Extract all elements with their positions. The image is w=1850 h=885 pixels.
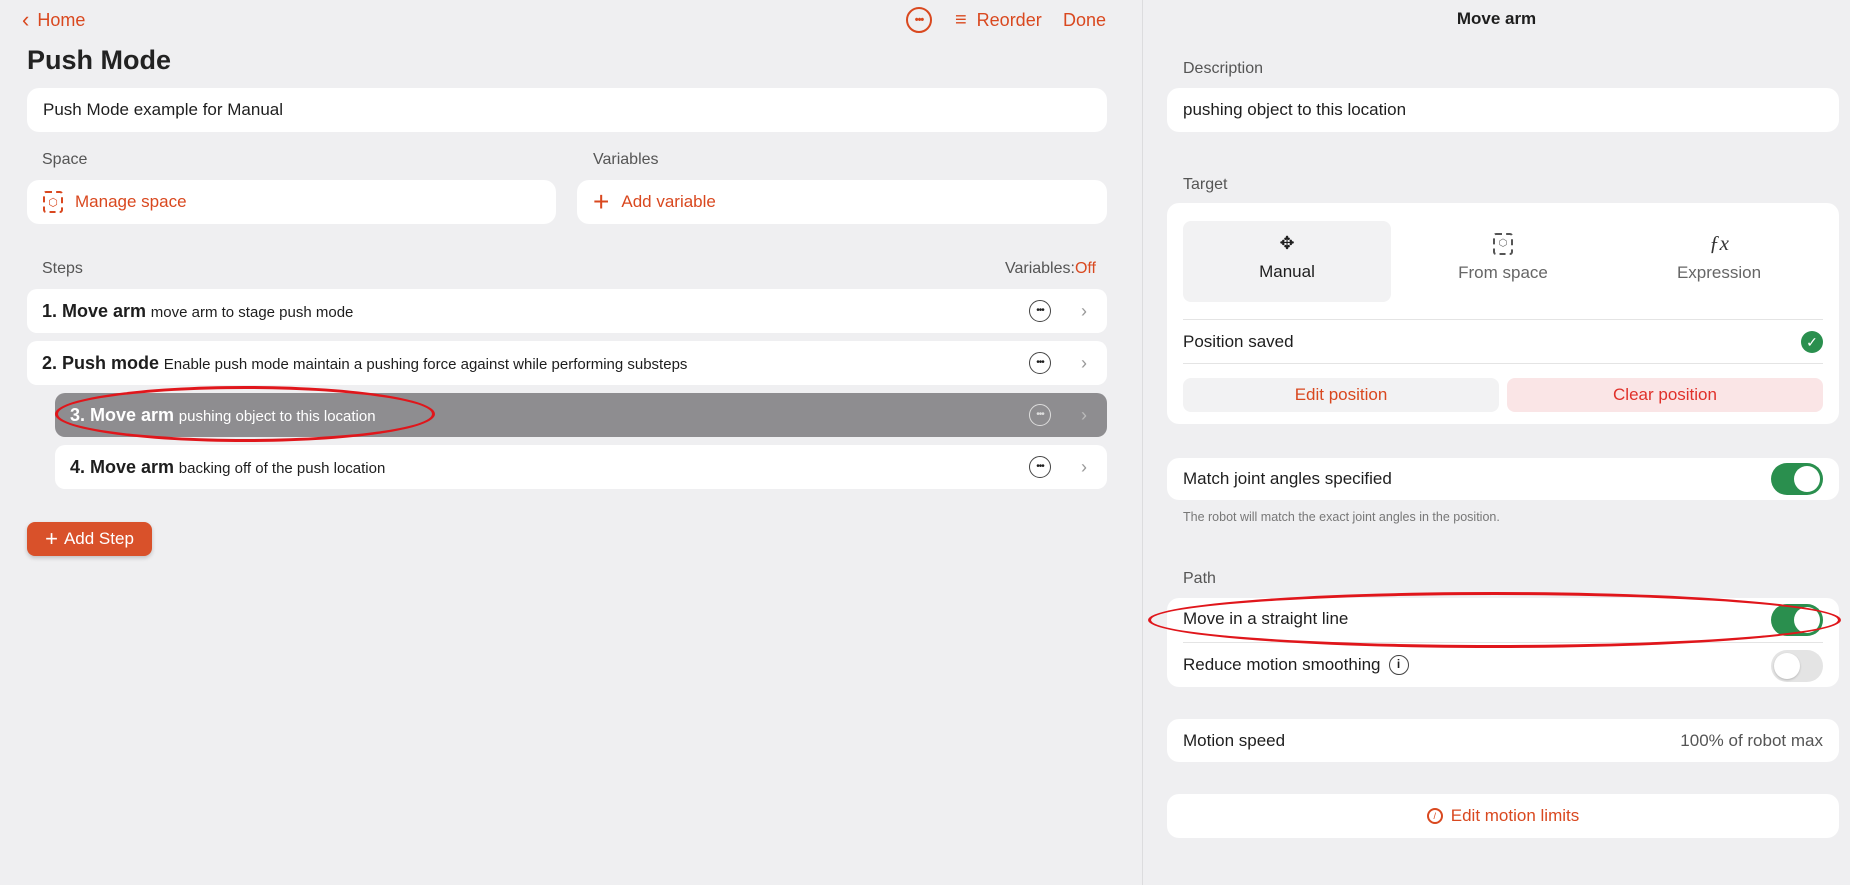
description-label: Description bbox=[1183, 60, 1264, 77]
divider bbox=[1183, 319, 1823, 320]
target-option-expression[interactable]: ƒx Expression bbox=[1615, 221, 1823, 302]
step-desc: Enable push mode maintain a pushing forc… bbox=[163, 355, 688, 373]
chevron-left-icon: ‹ bbox=[22, 7, 30, 32]
page-title: Push Mode bbox=[27, 45, 172, 75]
more-options-icon[interactable]: ••• bbox=[1029, 300, 1051, 322]
path-label: Path bbox=[1183, 570, 1216, 587]
step-row[interactable]: 1. Move arm move arm to stage push mode … bbox=[27, 289, 1107, 333]
target-option-label: Manual bbox=[1259, 262, 1315, 281]
manage-space-button[interactable]: ⬡ Manage space bbox=[27, 180, 556, 224]
motion-speed-value: 100% of robot max bbox=[1680, 730, 1823, 750]
step-title: 4. Move arm bbox=[70, 456, 175, 477]
edit-motion-limits-label: Edit motion limits bbox=[1450, 806, 1580, 825]
match-joint-label: Match joint angles specified bbox=[1183, 469, 1392, 488]
match-joint-toggle[interactable] bbox=[1771, 463, 1823, 495]
reorder-label: Reorder bbox=[976, 9, 1042, 30]
menu-lines-icon: ≡ bbox=[955, 8, 967, 31]
target-card: ✥ Manual ⬡ From space ƒx Expression Posi… bbox=[1167, 203, 1839, 424]
target-option-label: From space bbox=[1458, 263, 1548, 282]
chevron-right-icon: › bbox=[1081, 456, 1087, 477]
target-option-from-space[interactable]: ⬡ From space bbox=[1399, 221, 1607, 302]
step-row[interactable]: 2. Push mode Enable push mode maintain a… bbox=[27, 341, 1107, 385]
back-button[interactable]: ‹ Home bbox=[22, 7, 86, 32]
target-option-manual[interactable]: ✥ Manual bbox=[1183, 221, 1391, 302]
function-icon: ƒx bbox=[1709, 231, 1729, 255]
step-desc: move arm to stage push mode bbox=[150, 303, 354, 321]
more-options-icon[interactable]: ••• bbox=[1029, 404, 1051, 426]
gauge-icon: / bbox=[1426, 808, 1443, 824]
step-desc: backing off of the push location bbox=[178, 459, 386, 477]
edit-position-button[interactable]: Edit position bbox=[1183, 378, 1499, 412]
step-description-input[interactable]: pushing object to this location bbox=[1167, 88, 1839, 132]
reorder-button[interactable]: ≡ Reorder bbox=[955, 8, 1042, 32]
more-options-icon[interactable]: ••• bbox=[906, 7, 932, 33]
panel-title: Move arm bbox=[1456, 9, 1537, 28]
motion-speed-label: Motion speed bbox=[1183, 730, 1286, 750]
add-variable-button[interactable]: + Add variable bbox=[577, 180, 1107, 224]
more-options-icon[interactable]: ••• bbox=[1029, 456, 1051, 478]
annotation-ellipse bbox=[1148, 592, 1841, 648]
target-option-label: Expression bbox=[1676, 263, 1762, 282]
reduce-smoothing-toggle[interactable] bbox=[1771, 650, 1823, 682]
chevron-right-icon: › bbox=[1081, 300, 1087, 321]
panel-divider bbox=[1142, 0, 1143, 885]
divider bbox=[1183, 363, 1823, 364]
match-joint-note: The robot will match the exact joint ang… bbox=[1183, 510, 1500, 524]
chevron-right-icon: › bbox=[1081, 352, 1087, 373]
description-text: Push Mode example for Manual bbox=[43, 100, 284, 119]
variables-toggle-label: Variables: bbox=[1004, 260, 1075, 277]
annotation-ellipse bbox=[55, 386, 435, 442]
add-step-button[interactable]: + Add Step bbox=[27, 522, 152, 556]
target-label: Target bbox=[1183, 176, 1228, 193]
step-description-text: pushing object to this location bbox=[1183, 100, 1407, 119]
variables-toggle[interactable]: Variables:Off bbox=[1005, 260, 1096, 278]
variables-label: Variables bbox=[593, 151, 659, 168]
step-row[interactable]: 4. Move arm backing off of the push loca… bbox=[55, 445, 1107, 489]
chevron-right-icon: › bbox=[1081, 404, 1087, 425]
edit-motion-limits-button[interactable]: / Edit motion limits bbox=[1167, 794, 1839, 838]
clear-position-button[interactable]: Clear position bbox=[1507, 378, 1823, 412]
steps-label: Steps bbox=[42, 260, 83, 277]
space-label: Space bbox=[42, 151, 88, 168]
match-joint-row: Match joint angles specified bbox=[1167, 458, 1839, 500]
manage-space-label: Manage space bbox=[75, 192, 187, 211]
add-step-label: Add Step bbox=[63, 529, 134, 548]
motion-speed-row[interactable]: Motion speed 100% of robot max bbox=[1167, 719, 1839, 762]
info-icon[interactable]: i bbox=[1388, 655, 1409, 675]
back-label: Home bbox=[37, 9, 86, 30]
cube-frame-icon: ⬡ bbox=[43, 191, 63, 213]
plus-icon: + bbox=[593, 186, 610, 217]
variables-toggle-value: Off bbox=[1074, 260, 1096, 277]
add-variable-label: Add variable bbox=[621, 192, 716, 211]
check-icon: ✓ bbox=[1801, 331, 1823, 353]
step-title: 1. Move arm bbox=[42, 300, 147, 321]
plus-icon: + bbox=[45, 526, 58, 551]
reduce-smoothing-label: Reduce motion smoothing bbox=[1183, 655, 1381, 674]
description-input[interactable]: Push Mode example for Manual bbox=[27, 88, 1107, 132]
step-title: 2. Push mode bbox=[42, 352, 160, 373]
cube-frame-icon: ⬡ bbox=[1493, 233, 1513, 255]
position-saved-label: Position saved bbox=[1183, 332, 1294, 351]
done-button[interactable]: Done bbox=[1063, 10, 1106, 31]
move-icon: ✥ bbox=[1279, 233, 1295, 253]
more-options-icon[interactable]: ••• bbox=[1029, 352, 1051, 374]
